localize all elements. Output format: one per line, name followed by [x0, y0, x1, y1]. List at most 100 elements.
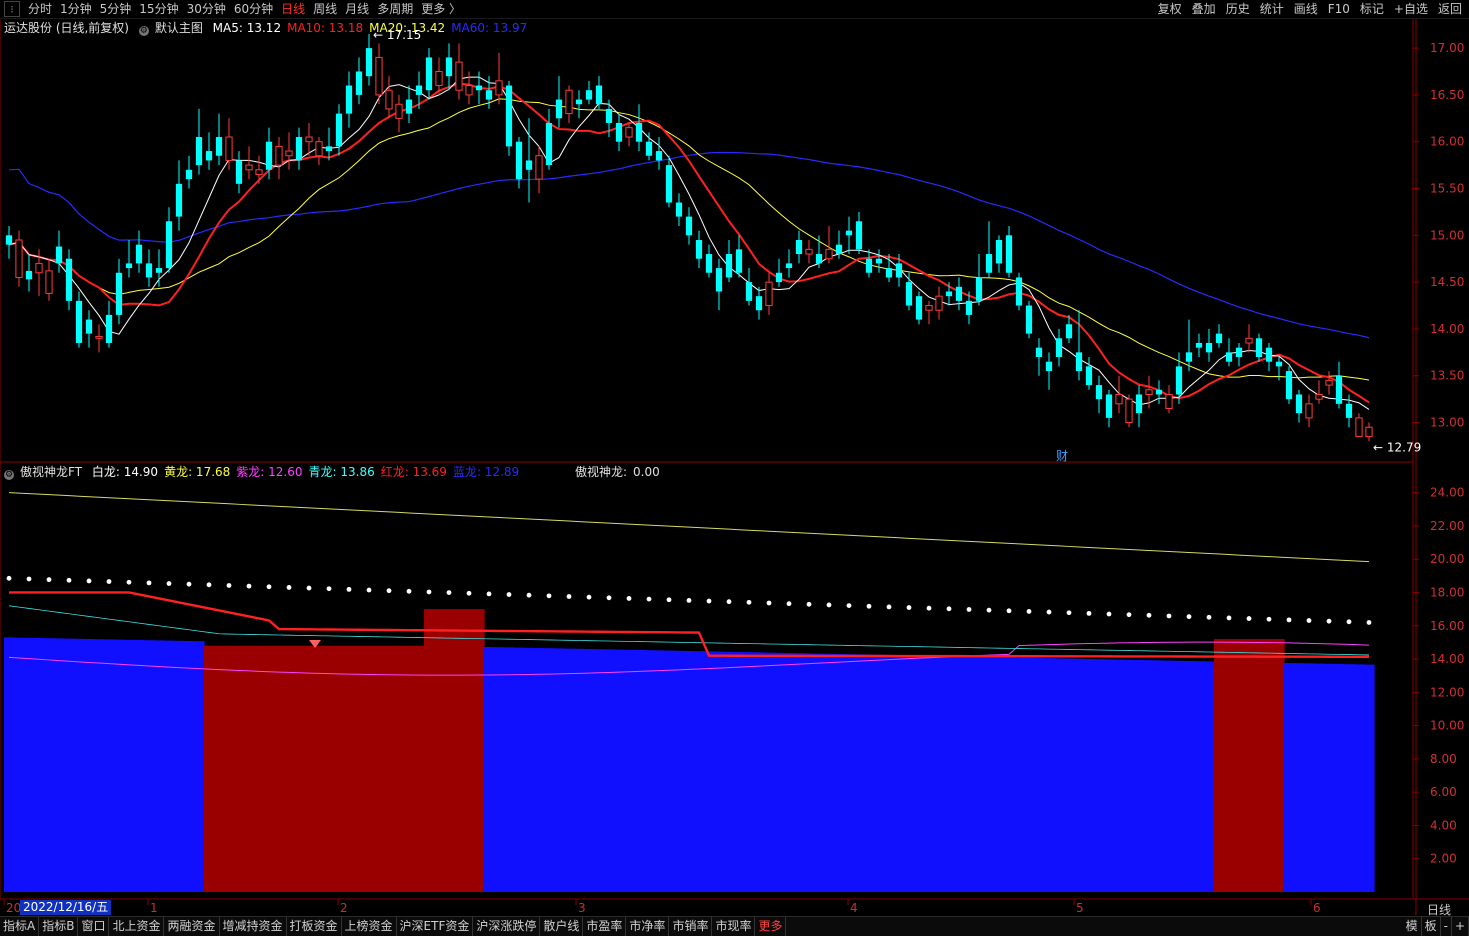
period-tab-4[interactable]: 30分钟: [183, 0, 230, 18]
period-tab-7[interactable]: 周线: [309, 0, 341, 18]
candle-body: [795, 240, 803, 255]
candle-body: [995, 240, 1003, 264]
period-tab-1[interactable]: 1分钟: [56, 0, 96, 18]
toolbar-button-6[interactable]: 标记: [1355, 0, 1389, 18]
candle-body: [865, 258, 873, 273]
indicator-tab-0[interactable]: 指标A: [0, 917, 40, 936]
indicator-tab-15[interactable]: 更多: [755, 917, 787, 936]
ma-value-3: MA60: 13.97: [451, 21, 528, 35]
toolbar-button-5[interactable]: F10: [1323, 0, 1355, 18]
period-tab-6[interactable]: 日线: [277, 0, 309, 18]
candle-body: [1005, 235, 1013, 273]
window-grip-icon[interactable]: ⁝: [4, 1, 20, 17]
period-tab-10[interactable]: 更多 〉: [417, 0, 465, 18]
indicator-tab-5[interactable]: 增减持资金: [220, 917, 287, 936]
dragon-red-bar: [1274, 639, 1285, 892]
indicator-tab-14[interactable]: 市现率: [712, 917, 756, 936]
candle-body: [485, 90, 493, 100]
indicator-tab-1[interactable]: 指标B: [39, 917, 79, 936]
stock-label[interactable]: 运达股份 (日线,前复权): [4, 21, 129, 35]
candle-body: [755, 296, 763, 311]
toolbar-button-0[interactable]: 复权: [1153, 0, 1187, 18]
toolbar-button-2[interactable]: 历史: [1221, 0, 1255, 18]
indicator-tab-6[interactable]: 打板资金: [287, 917, 342, 936]
indicator-tab-9[interactable]: 沪深涨跌停: [473, 917, 541, 936]
toolbar-button-4[interactable]: 画线: [1289, 0, 1323, 18]
dragon-red-bar: [1214, 639, 1225, 892]
indicator-tab-4[interactable]: 两融资金: [164, 917, 220, 936]
candle-body: [845, 230, 853, 236]
indicator-tab-11[interactable]: 市盈率: [583, 917, 627, 936]
bottom-control-1[interactable]: 板: [1422, 917, 1441, 936]
gear-icon[interactable]: ⚙: [138, 26, 149, 36]
dragon-red-bar: [314, 645, 325, 892]
candle-body: [595, 85, 603, 105]
gear-icon[interactable]: ⚙: [4, 470, 14, 480]
indicator-tab-2[interactable]: 窗口: [78, 917, 110, 936]
candle-body: [1105, 394, 1113, 418]
candle-body: [245, 164, 253, 171]
candle-body: [295, 137, 303, 161]
white-dragon-dot: [666, 597, 672, 603]
time-tick-label: 5: [1076, 901, 1084, 915]
dragon-blue-bar: [894, 655, 905, 892]
candle-body: [235, 160, 243, 184]
white-dragon-dot: [1226, 615, 1232, 621]
candle-body: [1045, 361, 1053, 372]
indicator-tab-10[interactable]: 散户线: [540, 917, 584, 936]
candle-body: [885, 268, 893, 278]
bottom-control-3[interactable]: +: [1452, 917, 1469, 936]
candle-body: [15, 239, 23, 278]
sub-y-tick: 2.00: [1430, 852, 1457, 866]
white-dragon-dot: [726, 599, 732, 605]
white-dragon-dot: [1026, 609, 1032, 614]
dragon-blue-bar: [594, 649, 605, 892]
dragon-red-bar: [224, 645, 235, 892]
candle-body: [1255, 338, 1263, 358]
toolbar-button-3[interactable]: 统计: [1255, 0, 1289, 18]
white-dragon-dot: [306, 585, 312, 591]
white-dragon-dot: [326, 586, 332, 592]
candle-body: [455, 61, 463, 91]
sub-y-tick: 16.00: [1430, 619, 1464, 633]
period-tab-0[interactable]: 分时: [24, 0, 56, 18]
sub-y-tick: 24.00: [1430, 486, 1464, 500]
indicator-label[interactable]: 傲视神龙FT: [20, 465, 82, 479]
white-dragon-dot: [1366, 620, 1372, 625]
indicator-tab-3[interactable]: 北上资金: [109, 917, 165, 936]
toolbar-button-7[interactable]: +自选: [1389, 0, 1433, 18]
candle-body: [1175, 366, 1183, 395]
candle-body: [25, 270, 33, 280]
candle-body: [895, 263, 903, 278]
indicator-tab-13[interactable]: 市销率: [669, 917, 713, 936]
white-dragon-dot: [226, 583, 232, 588]
indicator-tab-12[interactable]: 市净率: [626, 917, 670, 936]
period-tab-8[interactable]: 月线: [341, 0, 373, 18]
dragon-blue-bar: [1144, 660, 1155, 892]
white-dragon-dot: [246, 583, 252, 589]
candle-body: [1155, 389, 1163, 395]
dragon-blue-bar: [1294, 663, 1305, 892]
indicator-tab-7[interactable]: 上榜资金: [342, 917, 397, 936]
toolbar-button-8[interactable]: 返回: [1433, 0, 1467, 18]
extra-value: 0.00: [633, 465, 660, 479]
candle-body: [1325, 379, 1333, 386]
dragon-red-bar: [284, 645, 295, 892]
indicator-tab-8[interactable]: 沪深ETF资金: [397, 917, 474, 936]
period-tab-3[interactable]: 15分钟: [135, 0, 182, 18]
dragon-red-bar: [464, 609, 475, 892]
period-tab-5[interactable]: 60分钟: [230, 0, 277, 18]
template-label[interactable]: 默认主图: [155, 21, 203, 35]
white-dragon-dot: [366, 587, 372, 593]
bottom-control-0[interactable]: 模: [1403, 917, 1422, 936]
period-tab-9[interactable]: 多周期: [373, 0, 417, 18]
toolbar-button-1[interactable]: 叠加: [1187, 0, 1221, 18]
dragon-blue-bar: [794, 653, 805, 892]
period-tab-2[interactable]: 5分钟: [96, 0, 136, 18]
dragon-red-bar: [1264, 639, 1275, 892]
bottom-control-2[interactable]: -: [1441, 917, 1452, 936]
white-dragon-dot: [826, 602, 832, 608]
period-toolbar: ⁝ 分时 1分钟 5分钟 15分钟 30分钟 60分钟 日线 周线 月线 多周期 更多 〉 复权 叠加…: [0, 0, 1469, 19]
candle-body: [105, 314, 113, 343]
candle-body: [1135, 394, 1143, 414]
